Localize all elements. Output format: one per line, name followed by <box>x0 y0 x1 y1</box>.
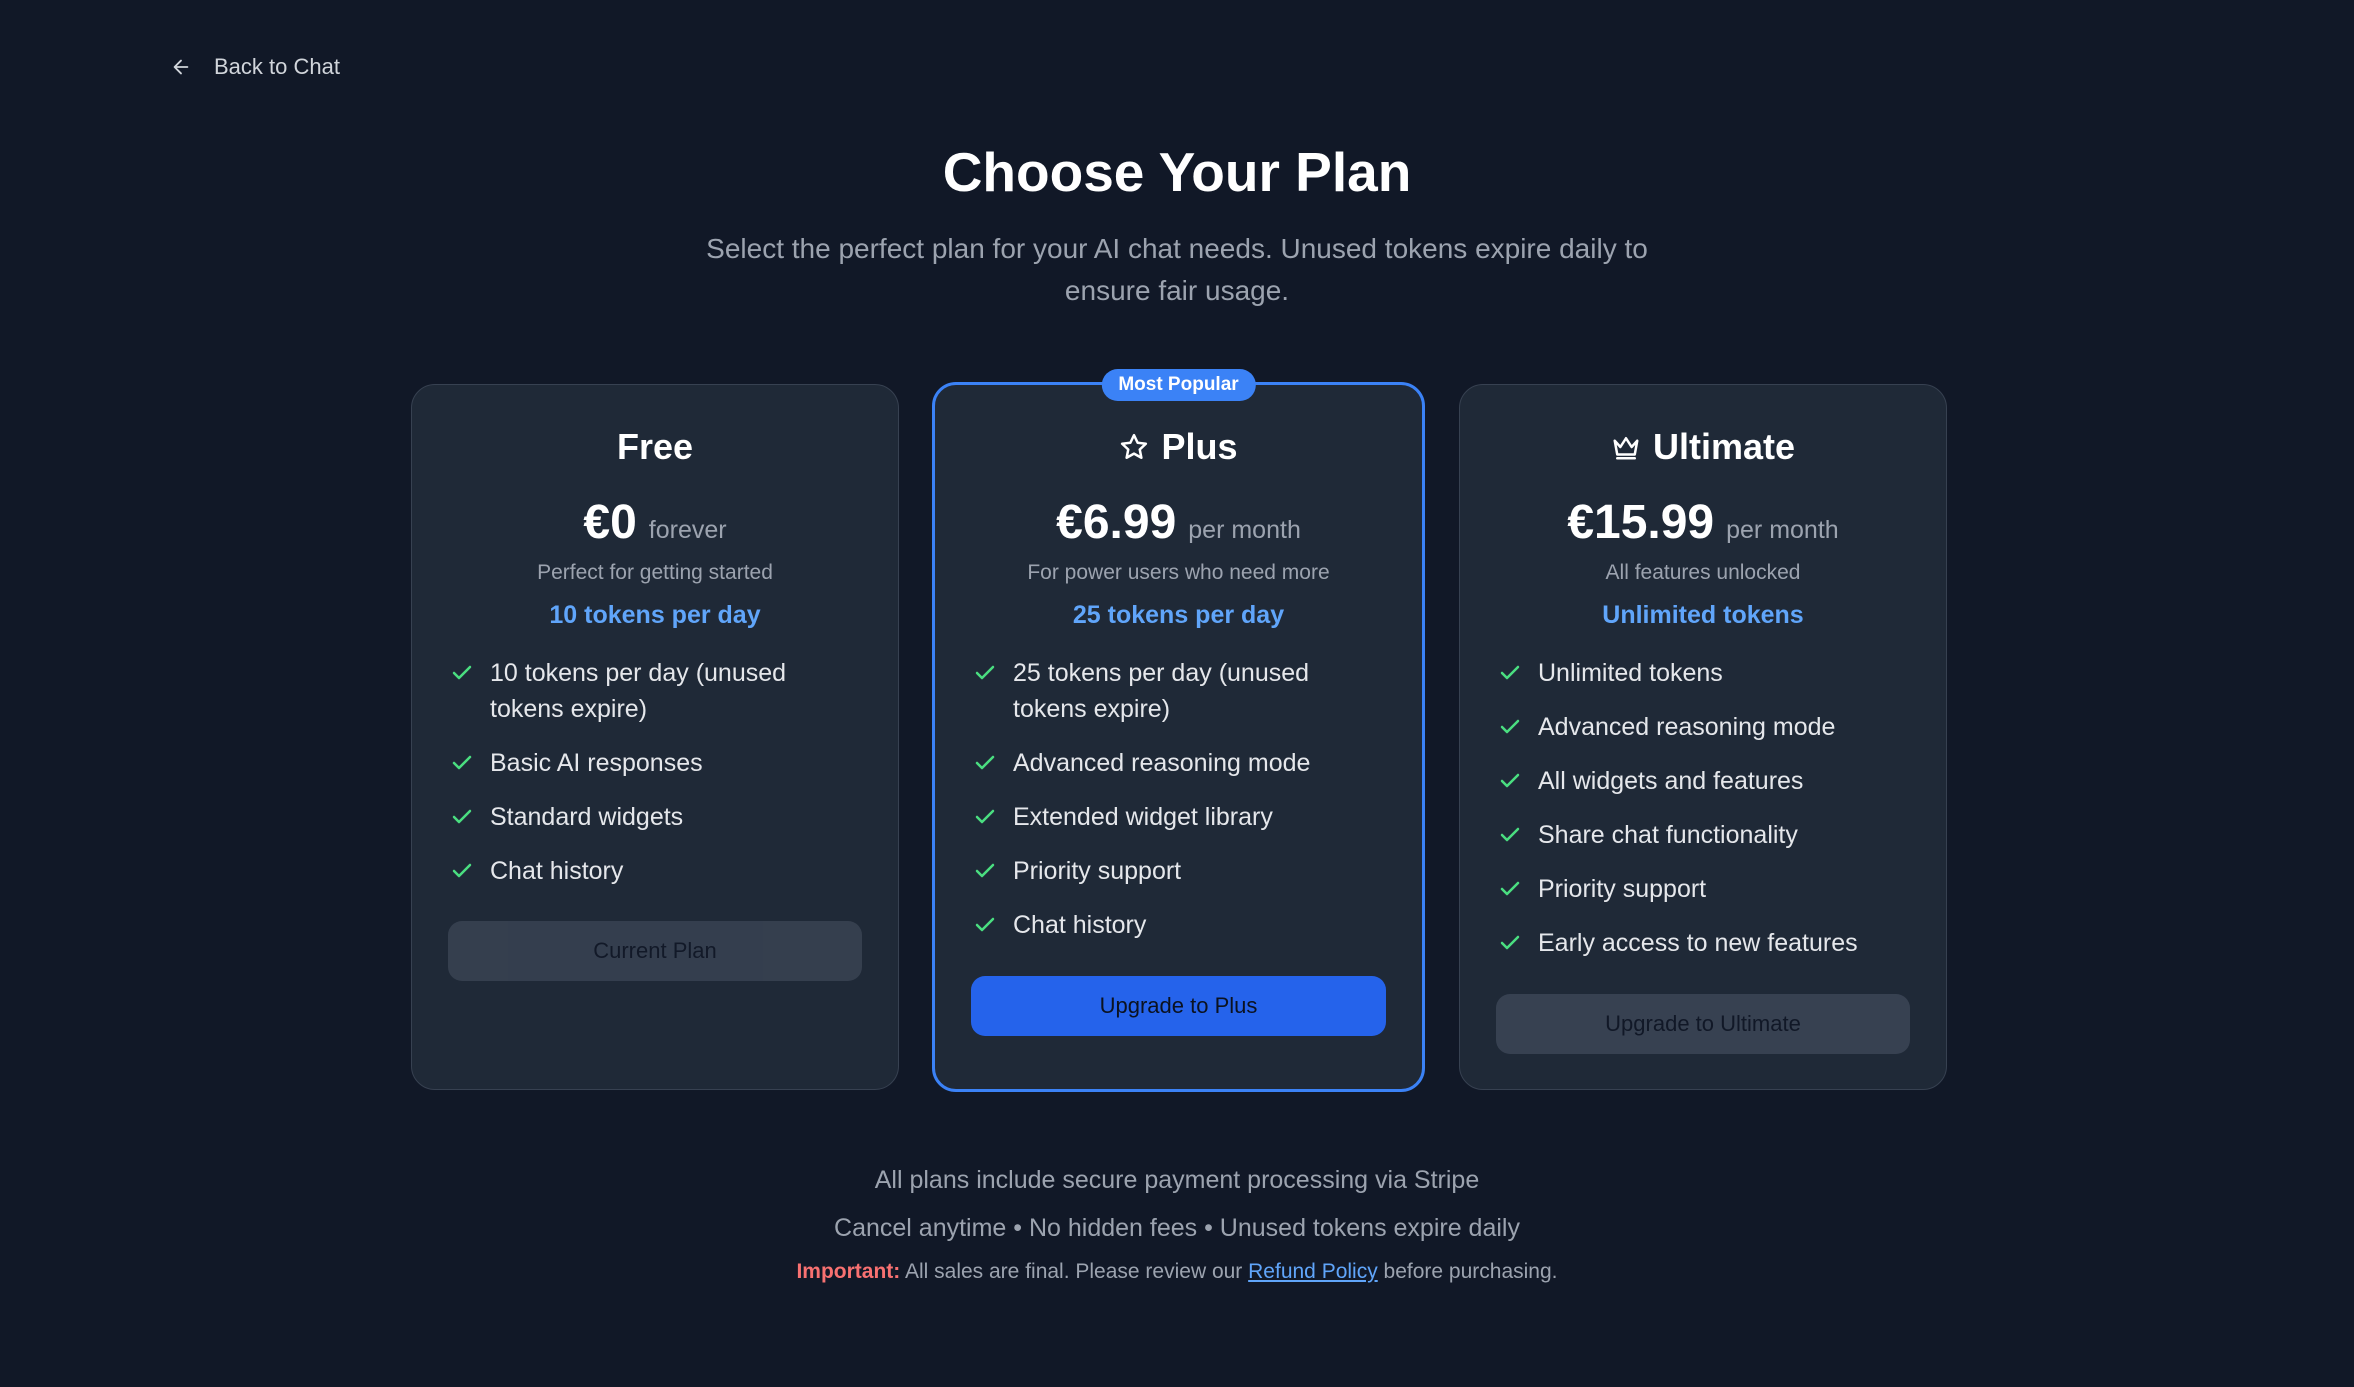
arrow-left-icon <box>173 59 189 75</box>
feature-item: Chat history <box>450 853 862 889</box>
plan-price: €0 <box>583 496 637 549</box>
plan-card-plus: Most Popular Plus €6.99 per month For po… <box>932 369 1425 1092</box>
feature-text: Chat history <box>490 857 624 885</box>
feature-text: Advanced reasoning mode <box>1538 713 1836 741</box>
feature-text: Standard widgets <box>490 803 684 831</box>
check-icon <box>975 809 995 824</box>
check-icon <box>1500 773 1520 788</box>
check-icon <box>1500 719 1520 734</box>
feature-text: Basic AI responses <box>490 749 703 777</box>
feature-text: Unlimited tokens <box>1538 659 1723 687</box>
page-title: Choose Your Plan <box>942 141 1412 203</box>
footer-terms-note: Cancel anytime • No hidden fees • Unused… <box>834 1214 1520 1242</box>
star-icon <box>1121 433 1148 459</box>
feature-item: All widgets and features <box>1498 763 1910 799</box>
upgrade-to-ultimate-button[interactable]: Upgrade to Ultimate <box>1496 994 1910 1054</box>
feature-item: Share chat functionality <box>1498 817 1910 853</box>
page-subtitle: Select the perfect plan for your AI chat… <box>706 233 1648 306</box>
check-icon <box>452 755 472 770</box>
plan-price: €6.99 <box>1056 496 1177 549</box>
price-row: €0 forever <box>412 495 898 551</box>
feature-text: Extended widget library <box>1013 803 1273 831</box>
check-icon <box>452 809 472 824</box>
plan-period: per month <box>1188 516 1301 544</box>
feature-text: Early access to new features <box>1538 929 1858 957</box>
footer-payment-note: All plans include secure payment process… <box>874 1166 1480 1194</box>
back-to-chat-link[interactable]: Back to Chat <box>170 54 340 80</box>
feature-text: All widgets and features <box>1538 767 1804 795</box>
plan-tokens: 10 tokens per day <box>549 601 761 629</box>
plan-tagline: All features unlocked <box>1605 561 1801 584</box>
plan-period: forever <box>648 516 727 544</box>
refund-note-text-before: All sales are final. Please review our <box>900 1260 1249 1283</box>
plan-card-free: Free €0 forever Perfect for getting star… <box>411 384 899 1090</box>
feature-text: Priority support <box>1538 875 1707 903</box>
check-icon <box>1500 827 1520 842</box>
refund-note-text-after: before purchasing. <box>1377 1260 1558 1283</box>
plan-tagline: For power users who need more <box>1027 561 1330 584</box>
feature-item: Chat history <box>973 907 1386 943</box>
important-label: Important: <box>796 1260 901 1283</box>
feature-text: Advanced reasoning mode <box>1013 749 1311 777</box>
plan-name: Plus <box>935 425 1422 469</box>
plan-name: Ultimate <box>1460 425 1946 469</box>
feature-item: Early access to new features <box>1498 925 1910 961</box>
plan-price: €15.99 <box>1567 496 1715 549</box>
check-icon <box>452 863 472 878</box>
plan-name-label: Plus <box>1161 426 1238 467</box>
back-to-chat-label: Back to Chat <box>214 54 340 79</box>
price-row: €15.99 per month <box>1460 495 1946 551</box>
plan-tagline: Perfect for getting started <box>537 561 773 584</box>
footer-refund-note: Important: All sales are final. Please r… <box>0 1260 2354 1284</box>
plan-name: Free <box>412 425 898 469</box>
feature-text: 10 tokens per day (unused tokens expire) <box>490 659 787 723</box>
feature-item: 25 tokens per day (unused tokens expire) <box>973 655 1386 727</box>
feature-item: Advanced reasoning mode <box>1498 709 1910 745</box>
upgrade-to-plus-button[interactable]: Upgrade to Plus <box>971 976 1386 1036</box>
check-icon <box>452 665 472 680</box>
feature-text: Priority support <box>1013 857 1182 885</box>
feature-item: Priority support <box>1498 871 1910 907</box>
feature-item: Basic AI responses <box>450 745 862 781</box>
plan-period: per month <box>1726 516 1839 544</box>
feature-item: Extended widget library <box>973 799 1386 835</box>
feature-text: Share chat functionality <box>1538 821 1798 849</box>
feature-list: 10 tokens per day (unused tokens expire)… <box>412 655 898 889</box>
feature-item: Standard widgets <box>450 799 862 835</box>
check-icon <box>975 665 995 680</box>
check-icon <box>1500 881 1520 896</box>
check-icon <box>975 917 995 932</box>
plan-tokens: Unlimited tokens <box>1602 601 1804 629</box>
plan-name-label: Ultimate <box>1652 426 1796 467</box>
check-icon <box>975 755 995 770</box>
plan-name-label: Free <box>616 426 694 467</box>
feature-item: Unlimited tokens <box>1498 655 1910 691</box>
plan-card-ultimate: Ultimate €15.99 per month All features u… <box>1459 384 1947 1090</box>
most-popular-badge: Most Popular <box>1101 369 1256 401</box>
current-plan-button[interactable]: Current Plan <box>448 921 862 981</box>
feature-list: Unlimited tokens Advanced reasoning mode… <box>1460 655 1946 961</box>
price-row: €6.99 per month <box>935 495 1422 551</box>
plan-tokens: 25 tokens per day <box>1072 601 1285 629</box>
feature-item: 10 tokens per day (unused tokens expire) <box>450 655 862 727</box>
refund-policy-link[interactable]: Refund Policy <box>1248 1260 1378 1283</box>
feature-item: Priority support <box>973 853 1386 889</box>
feature-item: Advanced reasoning mode <box>973 745 1386 781</box>
feature-list: 25 tokens per day (unused tokens expire)… <box>935 655 1422 943</box>
check-icon <box>1500 935 1520 950</box>
check-icon <box>1500 665 1520 680</box>
feature-text: 25 tokens per day (unused tokens expire) <box>1013 659 1310 723</box>
pricing-page: Back to Chat Choose Your Plan Select the… <box>0 0 2354 1387</box>
check-icon <box>975 863 995 878</box>
feature-text: Chat history <box>1013 911 1147 939</box>
crown-icon <box>1613 437 1639 460</box>
